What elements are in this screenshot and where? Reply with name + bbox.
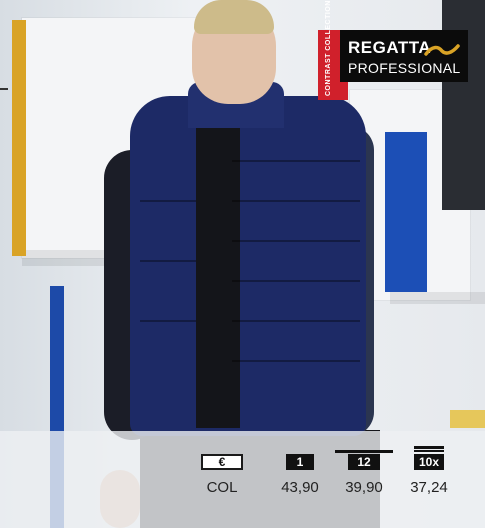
brand-subname: PROFESSIONAL bbox=[348, 60, 461, 76]
quilt-line bbox=[140, 320, 196, 322]
model-hair bbox=[194, 0, 274, 34]
quilt-line bbox=[232, 320, 360, 322]
qty-1-icon: 1 bbox=[286, 454, 314, 470]
price-col-label: COL bbox=[206, 479, 238, 496]
inner-shirt bbox=[196, 118, 240, 428]
quilt-line bbox=[232, 240, 360, 242]
dark-line bbox=[0, 88, 8, 90]
blue-block bbox=[385, 132, 427, 292]
price-qty-1: 43,90 bbox=[281, 479, 319, 496]
quilt-line bbox=[232, 360, 360, 362]
yellow-ledge bbox=[450, 410, 485, 428]
quilt-line bbox=[232, 160, 360, 162]
qty-10x-icon: 10x bbox=[414, 454, 444, 470]
yellow-stripe bbox=[12, 20, 26, 256]
product-photo: CONTRAST COLLECTION REGATTA PROFESSIONAL… bbox=[0, 0, 485, 528]
currency-icon: € bbox=[201, 454, 243, 470]
quilt-line bbox=[232, 280, 360, 282]
regatta-wave-icon bbox=[424, 44, 460, 56]
price-qty-10x: 37,24 bbox=[410, 479, 448, 496]
bodywarmer-jacket bbox=[130, 96, 366, 436]
qty-12-icon: 12 bbox=[348, 454, 380, 470]
quilt-line bbox=[140, 200, 196, 202]
qty-12-bar bbox=[335, 450, 393, 453]
quilt-line bbox=[232, 200, 360, 202]
quilt-line bbox=[140, 260, 196, 262]
brand-tag-text: CONTRAST COLLECTION bbox=[325, 0, 332, 96]
price-qty-12: 39,90 bbox=[345, 479, 383, 496]
brand-name: REGATTA bbox=[348, 38, 432, 57]
wall-shadow bbox=[390, 292, 485, 304]
qty-10x-bar bbox=[414, 450, 444, 452]
qty-10x-bar bbox=[414, 446, 444, 449]
